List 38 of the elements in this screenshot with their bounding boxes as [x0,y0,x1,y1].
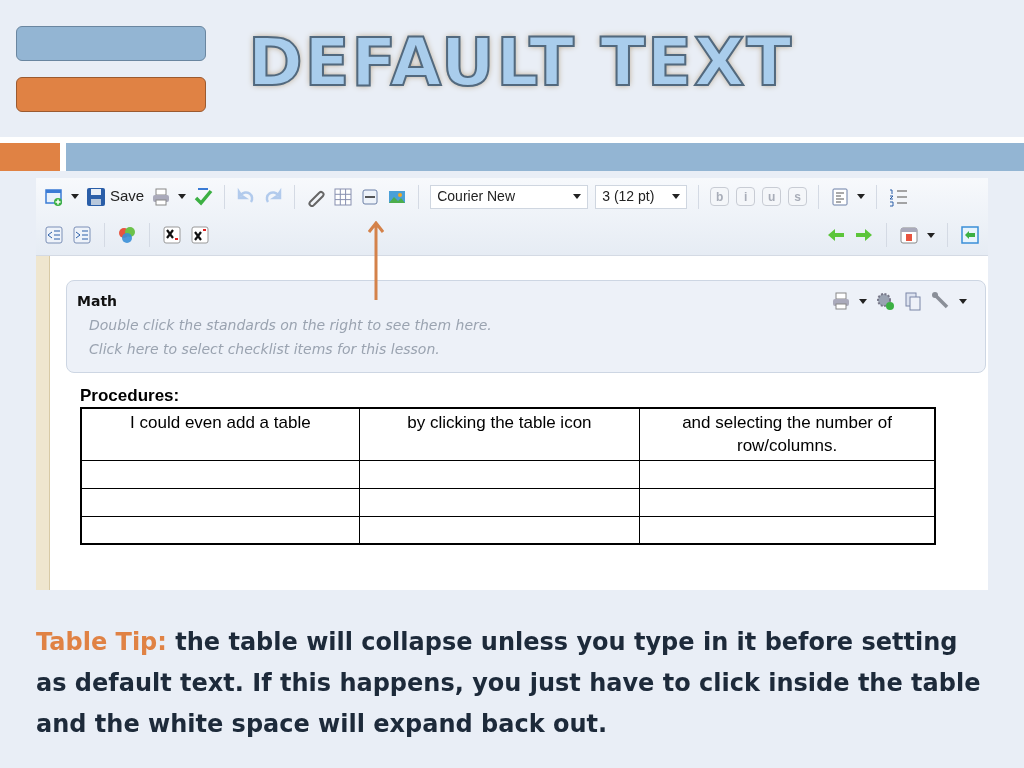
color-circles-icon[interactable] [117,225,137,245]
caret-icon[interactable] [573,194,582,199]
caret-icon[interactable] [672,194,681,199]
save-button[interactable]: Save [86,185,145,208]
panel-title: Math [77,292,118,311]
indent-icon[interactable] [72,225,92,245]
size-select[interactable]: 3 (12 pt) [595,184,688,209]
hint-text[interactable]: Click here to select checklist items for this lesson. [89,338,975,360]
new-window-icon[interactable] [44,186,64,207]
printer-icon[interactable] [151,186,172,207]
slide-title: DEFAULT TEXT [248,29,793,96]
wrench-icon[interactable] [931,291,951,311]
document-icon[interactable] [903,291,923,311]
caret-icon[interactable] [178,194,187,199]
align-icon[interactable] [830,186,851,207]
tip-paragraph: Table Tip: the table will collapse unless you type in it before setting as default text. If this happens, you just have to click inside the table and the white space will expand back out. [36,627,982,740]
procedures-heading: Procedures: [80,385,181,407]
caret-icon[interactable] [71,194,79,199]
printer-icon[interactable] [831,291,851,311]
table-icon[interactable] [333,186,354,207]
caret-icon[interactable] [959,298,967,304]
caret-icon[interactable] [859,298,867,304]
font-select[interactable]: Courier New [430,184,589,209]
outdent-icon[interactable] [44,225,64,245]
caret-icon[interactable] [927,232,935,238]
hint-text[interactable]: Double click the standards on the right to see them here. [89,314,975,336]
decor-bar [0,143,60,171]
superscript-icon[interactable] [190,225,210,245]
gear-add-icon[interactable] [875,291,895,311]
table-cell: I could even add a table [81,408,360,460]
table-cell: by clicking the table icon [359,408,640,460]
spellcheck-icon[interactable] [193,186,214,207]
tip-label: Table Tip: [36,628,167,656]
window-return-icon[interactable] [960,225,980,245]
numbered-list-icon[interactable] [888,186,909,207]
calendar-icon[interactable] [899,225,919,245]
subscript-icon[interactable] [162,225,182,245]
caret-icon[interactable] [857,194,866,199]
